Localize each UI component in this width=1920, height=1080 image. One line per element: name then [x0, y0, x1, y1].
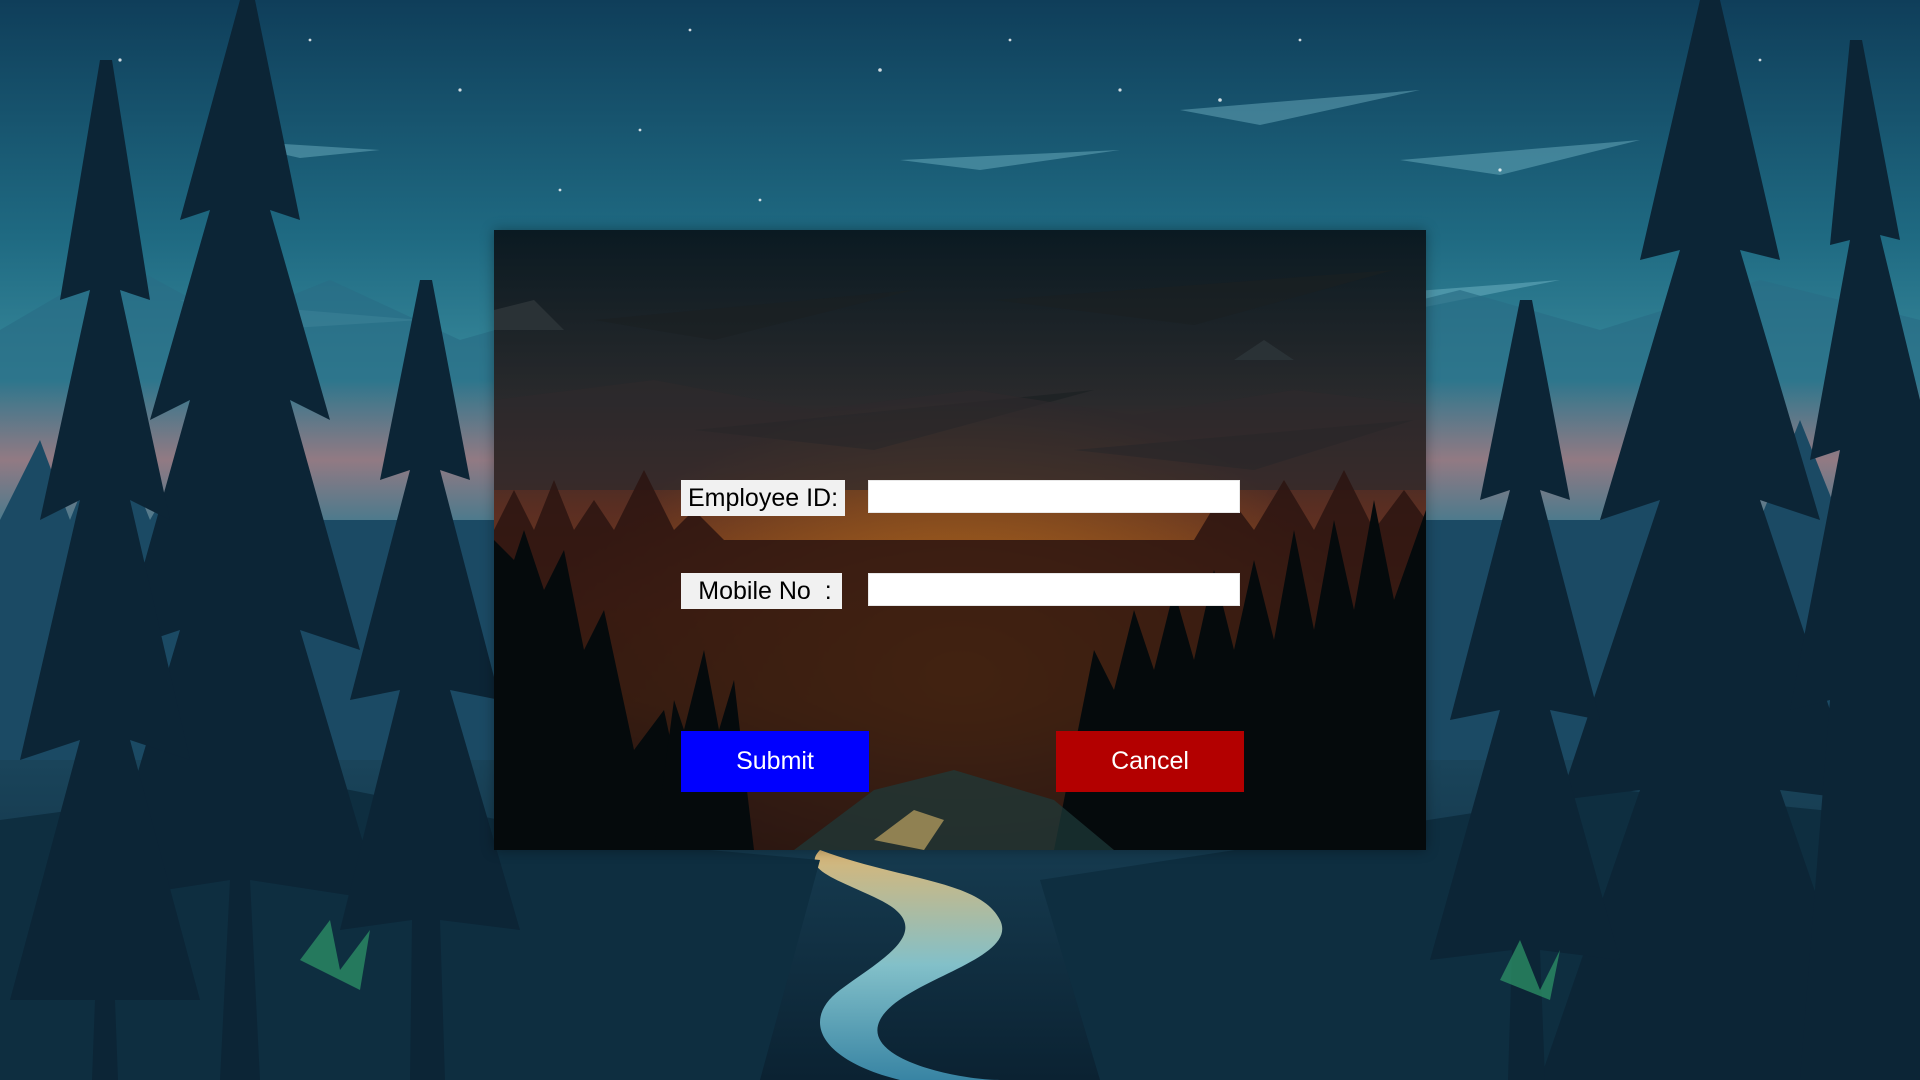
mobile-no-input[interactable]: [868, 573, 1240, 606]
dialog-sunset-backdrop: [494, 230, 1426, 850]
mobile-no-label: Mobile No :: [681, 573, 842, 609]
employee-id-input[interactable]: [868, 480, 1240, 513]
submit-button[interactable]: Submit: [681, 731, 869, 792]
cancel-button[interactable]: Cancel: [1056, 731, 1244, 792]
employee-id-label: Employee ID:: [681, 480, 845, 516]
login-dialog: Employee ID: Mobile No : Submit Cancel: [494, 230, 1426, 850]
